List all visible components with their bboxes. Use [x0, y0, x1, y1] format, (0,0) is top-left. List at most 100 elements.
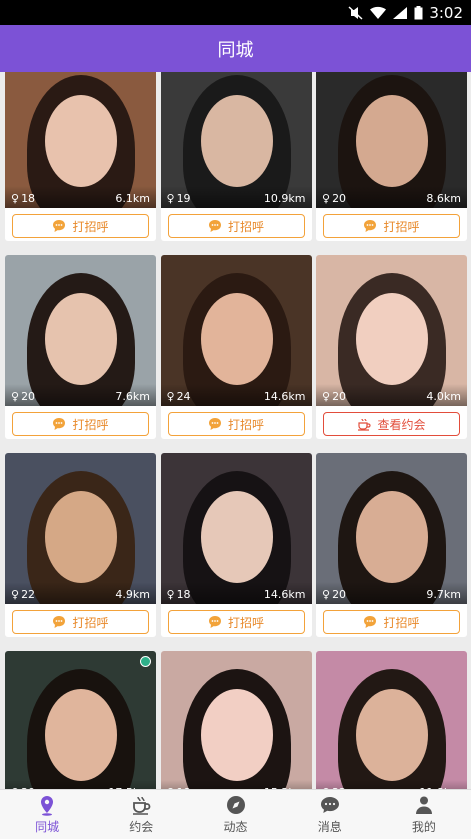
- age-group: ♀ 19: [167, 192, 191, 205]
- user-grid-viewport[interactable]: ♀ 18 6.1km 打招呼 ♀ 19 10.9km 打招呼 ♀ 20 8.6km 打招呼 ♀ 20 7.6…: [0, 72, 471, 789]
- photo-info-overlay: ♀ 24 14.6km: [160, 384, 312, 406]
- greet-button[interactable]: 打招呼: [323, 610, 460, 634]
- user-photo[interactable]: ♀2017.5km: [5, 651, 156, 789]
- photo-info-overlay: ♀2017.5km: [5, 780, 156, 789]
- action-label: 打招呼: [227, 417, 264, 432]
- user-card[interactable]: ♀ 19 10.9km 打招呼: [160, 72, 312, 241]
- female-icon: ♀: [166, 390, 175, 403]
- page-title: 同城: [217, 39, 254, 61]
- photo-face-shape: [45, 95, 117, 187]
- user-age: 19: [176, 192, 191, 205]
- user-age: 20: [332, 588, 347, 601]
- signal-icon: [392, 6, 408, 20]
- photo-face-shape: [356, 689, 428, 781]
- greet-button[interactable]: 打招呼: [167, 412, 305, 436]
- greet-button[interactable]: 打招呼: [323, 214, 460, 238]
- female-icon: ♀: [166, 588, 175, 601]
- wifi-icon: [370, 6, 387, 20]
- action-label: 打招呼: [383, 219, 420, 234]
- title-bar: 同城: [0, 25, 471, 72]
- user-distance: 14.6km: [263, 390, 306, 403]
- photo-face-shape: [356, 491, 428, 583]
- female-icon: ♀: [322, 390, 331, 403]
- user-distance: 14.6km: [263, 588, 306, 601]
- user-photo[interactable]: ♀ 20 8.6km: [316, 72, 467, 208]
- photo-info-overlay: ♀ 18 6.1km: [5, 186, 156, 208]
- user-photo[interactable]: ♀ 18 14.6km: [160, 453, 312, 604]
- action-label: 打招呼: [72, 417, 109, 432]
- age-group: ♀22: [11, 588, 35, 601]
- user-card[interactable]: ♀ 20 4.0km 查看约会: [316, 255, 467, 439]
- status-bar: 3:02: [0, 0, 471, 25]
- user-card[interactable]: ♀1815.2km打招呼: [160, 651, 312, 789]
- user-card[interactable]: ♀2211.8km打招呼: [316, 651, 467, 789]
- photo-info-overlay: ♀ 20 4.0km: [316, 384, 467, 406]
- user-card[interactable]: ♀ 20 7.6km 打招呼: [5, 255, 156, 439]
- photo-face-shape: [45, 491, 117, 583]
- user-age: 20: [332, 192, 347, 205]
- user-card[interactable]: ♀ 18 14.6km 打招呼: [160, 453, 312, 637]
- user-card[interactable]: ♀ 18 6.1km 打招呼: [5, 72, 156, 241]
- coffee-cup-icon: [357, 417, 372, 431]
- greet-button[interactable]: 打招呼: [12, 214, 149, 238]
- tab-moments[interactable]: 动态: [188, 790, 282, 839]
- age-group: ♀20: [322, 192, 346, 205]
- action-label: 打招呼: [72, 219, 109, 234]
- chat-bubble-icon: [208, 417, 222, 431]
- tab-label: 同城: [35, 820, 60, 834]
- user-photo[interactable]: ♀ 18 6.1km: [5, 72, 156, 208]
- age-group: ♀18: [11, 192, 35, 205]
- user-photo[interactable]: ♀1815.2km: [160, 651, 312, 789]
- user-age: 20: [332, 390, 347, 403]
- female-icon: ♀: [11, 192, 20, 205]
- female-icon: ♀: [322, 588, 331, 601]
- chat-bubble-icon: [208, 219, 222, 233]
- photo-info-overlay: ♀ 20 9.7km: [316, 582, 467, 604]
- tab-dates[interactable]: 约会: [94, 790, 188, 839]
- online-status-dot: [140, 656, 151, 667]
- photo-face-shape: [200, 689, 273, 781]
- photo-info-overlay: ♀ 18 14.6km: [160, 582, 312, 604]
- user-distance: 7.6km: [115, 390, 150, 403]
- user-photo[interactable]: ♀2211.8km: [316, 651, 467, 789]
- user-age: 22: [21, 588, 36, 601]
- user-age: 18: [176, 588, 191, 601]
- greet-button[interactable]: 打招呼: [12, 412, 149, 436]
- user-photo[interactable]: ♀ 20 9.7km: [316, 453, 467, 604]
- tab-me[interactable]: 我的: [377, 790, 471, 839]
- photo-face-shape: [356, 95, 428, 187]
- user-distance: 8.6km: [426, 192, 461, 205]
- user-photo[interactable]: ♀ 19 10.9km: [160, 72, 312, 208]
- photo-face-shape: [200, 293, 273, 385]
- user-card[interactable]: ♀ 24 14.6km 打招呼: [160, 255, 312, 439]
- user-age: 18: [21, 192, 36, 205]
- user-photo[interactable]: ♀ 24 14.6km: [160, 255, 312, 406]
- chat-bubble-icon: [52, 615, 66, 629]
- location-pin-icon: [36, 794, 58, 816]
- age-group: ♀ 24: [167, 390, 191, 403]
- female-icon: ♀: [166, 192, 175, 205]
- user-photo[interactable]: ♀ 20 7.6km: [5, 255, 156, 406]
- user-photo[interactable]: ♀ 22 4.9km: [5, 453, 156, 604]
- user-photo[interactable]: ♀ 20 4.0km: [316, 255, 467, 406]
- chat-bubble-icon: [208, 615, 222, 629]
- photo-info-overlay: ♀1815.2km: [160, 780, 312, 789]
- photo-info-overlay: ♀ 19 10.9km: [160, 186, 312, 208]
- user-age: 20: [21, 390, 36, 403]
- greet-button[interactable]: 打招呼: [167, 610, 305, 634]
- action-label: 查看约会: [377, 417, 426, 432]
- tab-messages[interactable]: 消息: [283, 790, 377, 839]
- user-card[interactable]: ♀ 22 4.9km 打招呼: [5, 453, 156, 637]
- tab-nearby[interactable]: 同城: [0, 790, 94, 839]
- greet-button[interactable]: 打招呼: [167, 214, 305, 238]
- tab-label: 消息: [317, 820, 342, 834]
- user-card[interactable]: ♀ 20 8.6km 打招呼: [316, 72, 467, 241]
- view-date-button[interactable]: 查看约会: [323, 412, 460, 436]
- photo-face-shape: [45, 293, 117, 385]
- status-time: 3:02: [429, 3, 463, 22]
- chat-bubble-icon: [52, 219, 66, 233]
- user-grid: ♀ 18 6.1km 打招呼 ♀ 19 10.9km 打招呼 ♀ 20 8.6km 打招呼 ♀ 20 7.6…: [5, 72, 467, 789]
- user-card[interactable]: ♀ 20 9.7km 打招呼: [316, 453, 467, 637]
- user-card[interactable]: ♀2017.5km打招呼: [5, 651, 156, 789]
- greet-button[interactable]: 打招呼: [12, 610, 149, 634]
